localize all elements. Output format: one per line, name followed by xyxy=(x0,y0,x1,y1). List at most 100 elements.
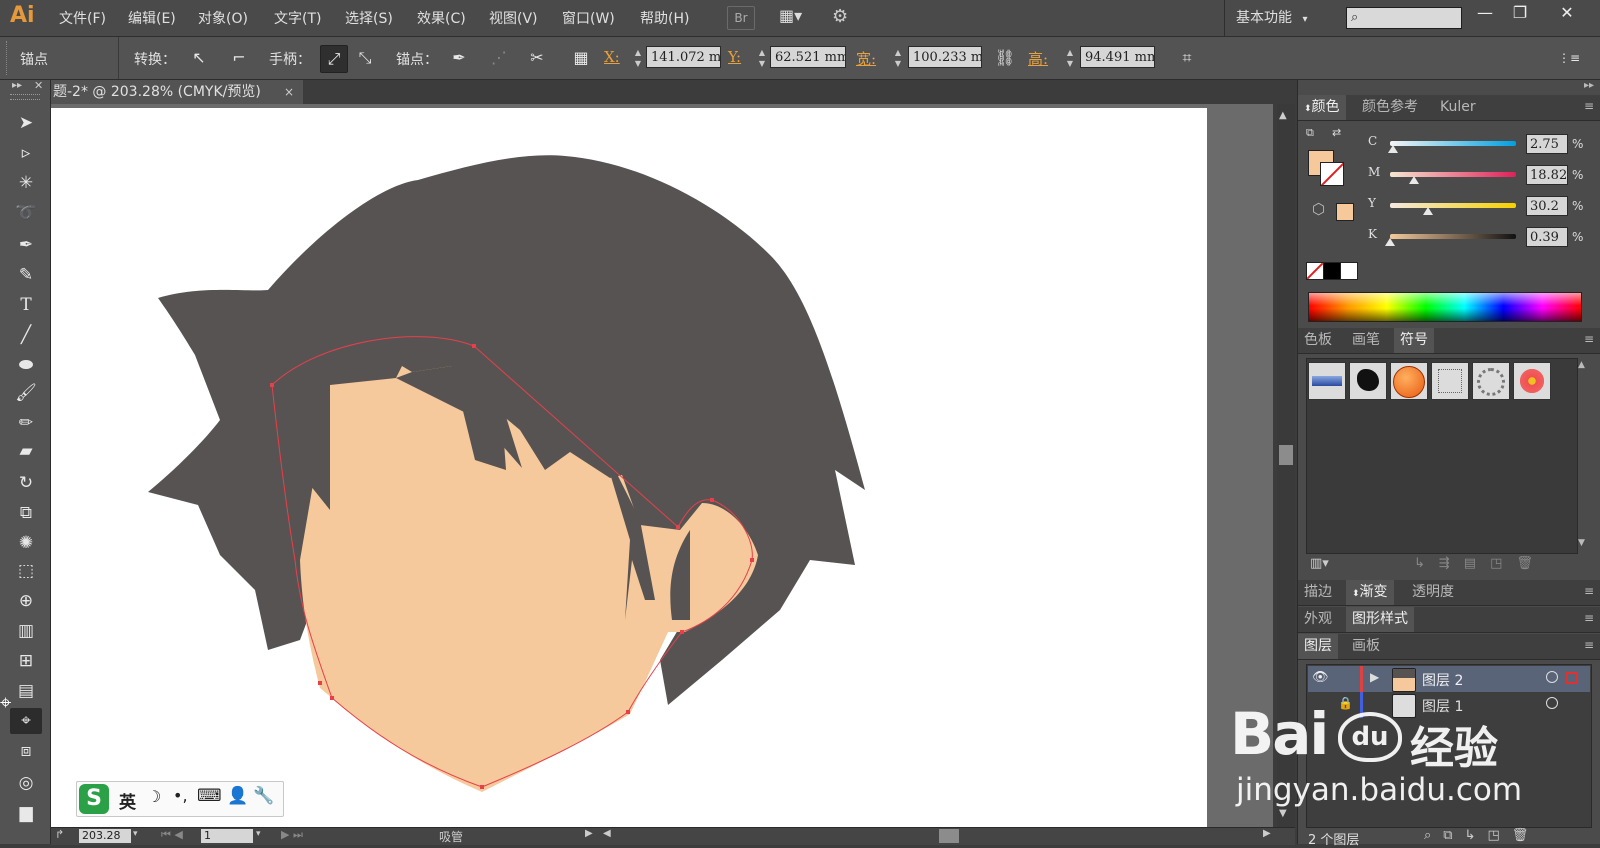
show-handles-icon[interactable]: ⤢ xyxy=(320,45,348,73)
eraser-tool-icon[interactable]: ▰ xyxy=(10,438,42,464)
channel-slider-knob[interactable] xyxy=(1385,238,1396,246)
close-toolbox-icon[interactable]: ✕ xyxy=(34,79,43,92)
anchor-point[interactable] xyxy=(676,525,680,529)
shape-builder-tool-icon[interactable]: ⊕ xyxy=(10,588,42,614)
channel-slider-track[interactable] xyxy=(1390,203,1516,208)
column-graph-tool-icon[interactable]: ▆ xyxy=(10,800,42,826)
panel-menu-icon[interactable]: ≡ xyxy=(1584,99,1594,113)
rotate-tool-icon[interactable]: ↻ xyxy=(10,470,42,496)
zoom-field[interactable]: 203.28 xyxy=(79,829,131,843)
symbol-actions-icons[interactable]: ↳⇶▤◳🗑 xyxy=(1414,556,1547,571)
expand-layer-icon[interactable]: ▶ xyxy=(1370,670,1379,684)
scale-tool-icon[interactable]: ⧉ xyxy=(10,500,42,526)
artboard[interactable] xyxy=(51,108,1207,827)
dotted-frame-symbol[interactable] xyxy=(1431,362,1469,400)
swap-fill-stroke-icon[interactable]: ⇄ xyxy=(1332,126,1341,139)
pencil-tool-icon[interactable]: ✏ xyxy=(10,410,42,436)
scroll-up-icon[interactable]: ▲ xyxy=(1279,110,1287,121)
horizontal-scroll-thumb[interactable] xyxy=(939,829,959,843)
eyedropper-tool-icon[interactable]: ⌖ xyxy=(10,708,42,734)
connect-anchors-icon[interactable]: ⋰ xyxy=(486,45,512,71)
selection-indicator-icon[interactable] xyxy=(1566,672,1578,684)
tab-transparency[interactable]: 透明度 xyxy=(1406,580,1460,605)
scroll-right-icon[interactable]: ▶ xyxy=(1263,828,1271,839)
warp-tool-icon[interactable]: ✺ xyxy=(10,530,42,556)
tab-brushes[interactable]: 画笔 xyxy=(1346,328,1386,353)
layer-row[interactable]: 👁 ▶ 图层 2 xyxy=(1308,666,1590,692)
anchor-point[interactable] xyxy=(750,558,754,562)
gamut-color-swatch[interactable] xyxy=(1336,203,1354,221)
tab-color-guide[interactable]: 颜色参考 xyxy=(1356,95,1424,120)
menu-window[interactable]: 窗口(W) xyxy=(562,8,615,28)
channel-value-field[interactable]: 2.75 xyxy=(1526,134,1568,154)
anchor-point[interactable] xyxy=(270,383,274,387)
anchor-point[interactable] xyxy=(472,344,476,348)
arrange-documents-icon[interactable]: ▦▾ xyxy=(779,6,813,28)
close-document-icon[interactable]: × xyxy=(284,80,294,104)
tab-stroke[interactable]: 描边 xyxy=(1298,580,1338,605)
panel-menu-icon[interactable]: ≡ xyxy=(1584,638,1594,652)
symbol-sprayer-tool-icon[interactable]: ◎ xyxy=(10,770,42,796)
menu-file[interactable]: 文件(F) xyxy=(59,8,106,28)
ellipse-tool-icon[interactable]: ⬬ xyxy=(10,352,42,378)
zoom-dropdown-icon[interactable]: ▾ xyxy=(133,829,138,839)
channel-slider-knob[interactable] xyxy=(1388,145,1399,153)
minimize-button[interactable]: — xyxy=(1466,0,1504,26)
grip-handle[interactable] xyxy=(6,41,10,75)
layer-name[interactable]: 图层 2 xyxy=(1422,670,1463,690)
anchor-point[interactable] xyxy=(710,498,714,502)
anchor-point[interactable] xyxy=(680,630,684,634)
menu-edit[interactable]: 编辑(E) xyxy=(128,8,176,28)
gpu-performance-icon[interactable]: ⚙ xyxy=(832,6,862,28)
menu-type[interactable]: 文字(T) xyxy=(274,8,321,28)
y-stepper[interactable]: ▲ ▼ xyxy=(756,47,768,69)
y-field[interactable]: 62.521 mm xyxy=(770,46,846,68)
vertical-scroll-thumb[interactable] xyxy=(1279,445,1293,465)
paintbrush-tool-icon[interactable]: 🖌 xyxy=(10,380,42,406)
type-tool-icon[interactable]: T xyxy=(10,292,42,318)
symbols-scroll-down-icon[interactable]: ▼ xyxy=(1578,538,1585,548)
constrain-link-icon[interactable]: ⛓ xyxy=(992,45,1018,71)
anchor-point[interactable] xyxy=(626,710,630,714)
lasso-tool-icon[interactable]: ➰ xyxy=(10,200,42,226)
height-stepper[interactable]: ▲ ▼ xyxy=(1064,47,1076,69)
blend-tool-icon[interactable]: ⧈ xyxy=(10,738,42,764)
convert-to-smooth-icon[interactable]: ⌐ xyxy=(226,45,252,71)
ring-symbol[interactable] xyxy=(1472,362,1510,400)
document-tab[interactable]: 题-2* @ 203.28% (CMYK/预览) xyxy=(51,80,303,104)
reference-point-icon[interactable]: ▦ xyxy=(568,45,594,71)
graph-tool-icon[interactable]: ▥ xyxy=(10,618,42,644)
ime-language-toggle[interactable]: 英 xyxy=(119,788,136,813)
tab-gradient[interactable]: ⬍渐变 xyxy=(1346,580,1394,605)
flower-symbol[interactable] xyxy=(1513,362,1551,400)
height-field[interactable]: 94.491 mm xyxy=(1080,46,1155,68)
target-circle-icon[interactable] xyxy=(1546,697,1558,709)
collapse-panels-icon[interactable]: ▸▸ xyxy=(1584,80,1594,91)
workspace-switcher[interactable]: 基本功能 ▾ xyxy=(1236,7,1307,27)
panel-menu-icon[interactable]: ⋮≡ xyxy=(1556,45,1582,71)
scroll-down-icon[interactable]: ▼ xyxy=(1279,808,1287,819)
line-tool-icon[interactable]: ╱ xyxy=(10,322,42,348)
orange-button-symbol[interactable] xyxy=(1390,362,1428,400)
menu-effect[interactable]: 效果(C) xyxy=(417,8,466,28)
tab-graphic-styles[interactable]: 图形样式 xyxy=(1346,607,1414,632)
menu-view[interactable]: 视图(V) xyxy=(489,8,538,28)
color-spectrum[interactable] xyxy=(1308,292,1582,322)
convert-to-corner-icon[interactable]: ↖ xyxy=(186,45,212,71)
out-of-gamut-cube-icon[interactable]: ⬡ xyxy=(1312,200,1325,218)
target-circle-icon[interactable] xyxy=(1546,671,1558,683)
anchor-point[interactable] xyxy=(330,696,334,700)
channel-value-field[interactable]: 30.2 xyxy=(1526,196,1568,216)
rotate-view-icon[interactable]: ↱ xyxy=(55,828,64,841)
anchor-point[interactable] xyxy=(318,681,322,685)
toolbox-grip[interactable] xyxy=(10,94,40,100)
direct-selection-tool-icon[interactable]: ▹ xyxy=(10,140,42,166)
remove-anchor-icon[interactable]: ✒ xyxy=(446,45,472,71)
wrench-icon[interactable]: 🔧 xyxy=(253,786,274,806)
x-field[interactable]: 141.072 m xyxy=(646,46,721,68)
mesh-tool-icon[interactable]: ⊞ xyxy=(10,648,42,674)
ime-toolbar[interactable]: S 英 ☽ •, ⌨ 👤 🔧 xyxy=(76,781,284,817)
default-fill-stroke-icon[interactable]: ⧉ xyxy=(1306,126,1314,140)
help-search-input[interactable]: ⌕ xyxy=(1346,7,1462,29)
curvature-tool-icon[interactable]: ✎ xyxy=(10,262,42,288)
